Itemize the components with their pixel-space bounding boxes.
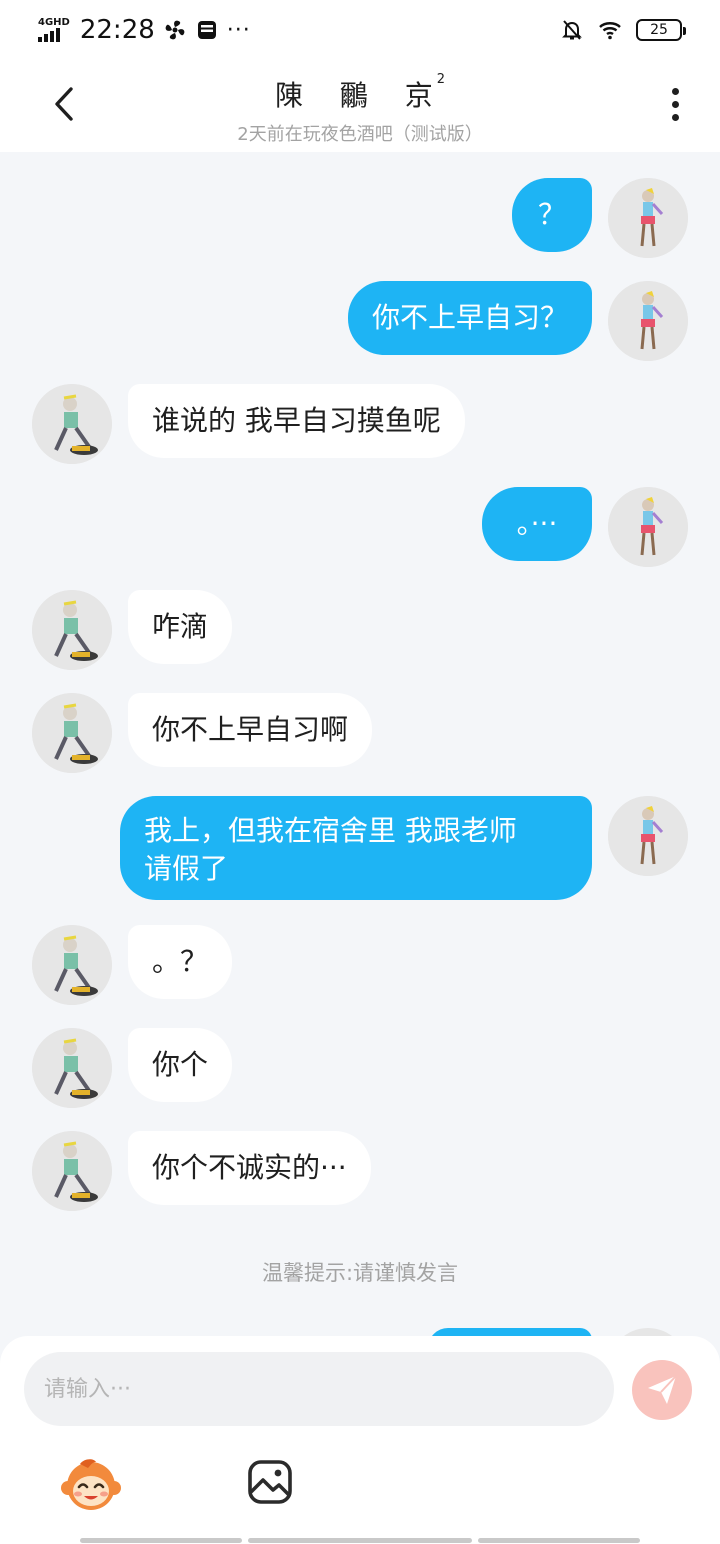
chat-header: 陳 鸍 京2 2天前在玩夜色酒吧（测试版） xyxy=(0,60,720,152)
avatar[interactable] xyxy=(32,384,112,464)
avatar-partial[interactable] xyxy=(608,1328,688,1336)
avatar[interactable] xyxy=(608,796,688,876)
anime-boy-avatar-icon xyxy=(32,693,112,773)
more-notifications-indicator: ··· xyxy=(226,17,251,43)
message-bubble-outgoing-partial[interactable] xyxy=(428,1328,592,1336)
message-bubble-outgoing[interactable]: 我上，但我在宿舍里 我跟老师 请假了 xyxy=(120,796,592,900)
fan-icon xyxy=(165,20,185,40)
message-bubble-incoming[interactable]: 。？ xyxy=(128,925,233,999)
gesture-bar-segment xyxy=(478,1538,640,1543)
message-bubble-incoming[interactable]: 你不上早自习啊 xyxy=(128,693,373,767)
status-bar: 4GHD 22:28 ··· 25 xyxy=(0,0,720,60)
anime-boy-avatar-icon xyxy=(32,925,112,1005)
message-bubble-outgoing[interactable]: ？ xyxy=(512,178,592,252)
mute-bell-icon xyxy=(562,20,582,40)
gesture-bar-segment xyxy=(80,1538,242,1543)
safety-tip: 温馨提示:请谨慎发言 xyxy=(261,1261,459,1285)
contact-status: 2天前在玩夜色酒吧（测试版） xyxy=(237,124,483,145)
chevron-left-icon xyxy=(55,87,73,121)
monkey-emoji-icon xyxy=(61,1459,121,1510)
anime-girl-avatar-icon xyxy=(608,487,688,567)
composer-panel xyxy=(0,1336,720,1544)
avatar[interactable] xyxy=(32,925,112,1005)
avatar[interactable] xyxy=(32,1028,112,1108)
message-list[interactable]: ？ 你不上早自习？ 谁说的 我早自习摸鱼呢 。··· 咋滴 你不上早自习啊 我上… xyxy=(0,152,720,1336)
message-bubble-incoming[interactable]: 你个不诚实的··· xyxy=(128,1131,371,1205)
avatar[interactable] xyxy=(32,693,112,773)
gesture-bar-segment xyxy=(248,1538,472,1543)
anime-girl-avatar-icon xyxy=(608,796,688,876)
battery-indicator: 25 xyxy=(636,19,686,41)
contact-name: 陳 鸍 京 xyxy=(274,79,447,112)
contact-name-superscript: 2 xyxy=(436,71,446,87)
anime-boy-avatar-icon xyxy=(32,384,112,464)
message-bubble-incoming[interactable]: 谁说的 我早自习摸鱼呢 xyxy=(128,384,465,458)
image-icon xyxy=(248,1460,292,1504)
message-bubble-outgoing[interactable]: 你不上早自习？ xyxy=(347,281,592,355)
chat-title-block: 陳 鸍 京2 2天前在玩夜色酒吧（测试版） xyxy=(160,71,560,146)
avatar[interactable] xyxy=(608,178,688,258)
anime-boy-avatar-icon xyxy=(32,1131,112,1211)
network-type: 4GHD xyxy=(38,17,70,28)
wifi-icon xyxy=(599,22,621,40)
message-bubble-outgoing[interactable]: 。··· xyxy=(482,487,592,561)
message-bubble-incoming[interactable]: 你个 xyxy=(128,1028,233,1102)
back-button[interactable] xyxy=(44,82,84,126)
avatar[interactable] xyxy=(608,487,688,567)
signal-indicator: 4GHD xyxy=(38,18,70,42)
anime-girl-avatar-icon xyxy=(608,281,688,361)
anime-boy-avatar-icon xyxy=(32,1028,112,1108)
send-button[interactable] xyxy=(632,1360,692,1420)
anime-boy-avatar-icon xyxy=(32,590,112,670)
clock: 22:28 xyxy=(79,15,155,45)
image-picker-button[interactable] xyxy=(246,1458,294,1506)
avatar[interactable] xyxy=(32,1131,112,1211)
avatar[interactable] xyxy=(32,590,112,670)
more-options-button[interactable] xyxy=(660,82,690,126)
sim-card-icon xyxy=(197,21,216,39)
more-vertical-icon xyxy=(671,87,679,95)
message-input[interactable] xyxy=(24,1352,614,1426)
send-icon xyxy=(648,1375,677,1404)
signal-bars-icon xyxy=(38,28,60,42)
emoji-button[interactable] xyxy=(60,1456,122,1512)
anime-girl-avatar-icon xyxy=(608,178,688,258)
avatar[interactable] xyxy=(608,281,688,361)
message-bubble-incoming[interactable]: 咋滴 xyxy=(128,590,233,664)
